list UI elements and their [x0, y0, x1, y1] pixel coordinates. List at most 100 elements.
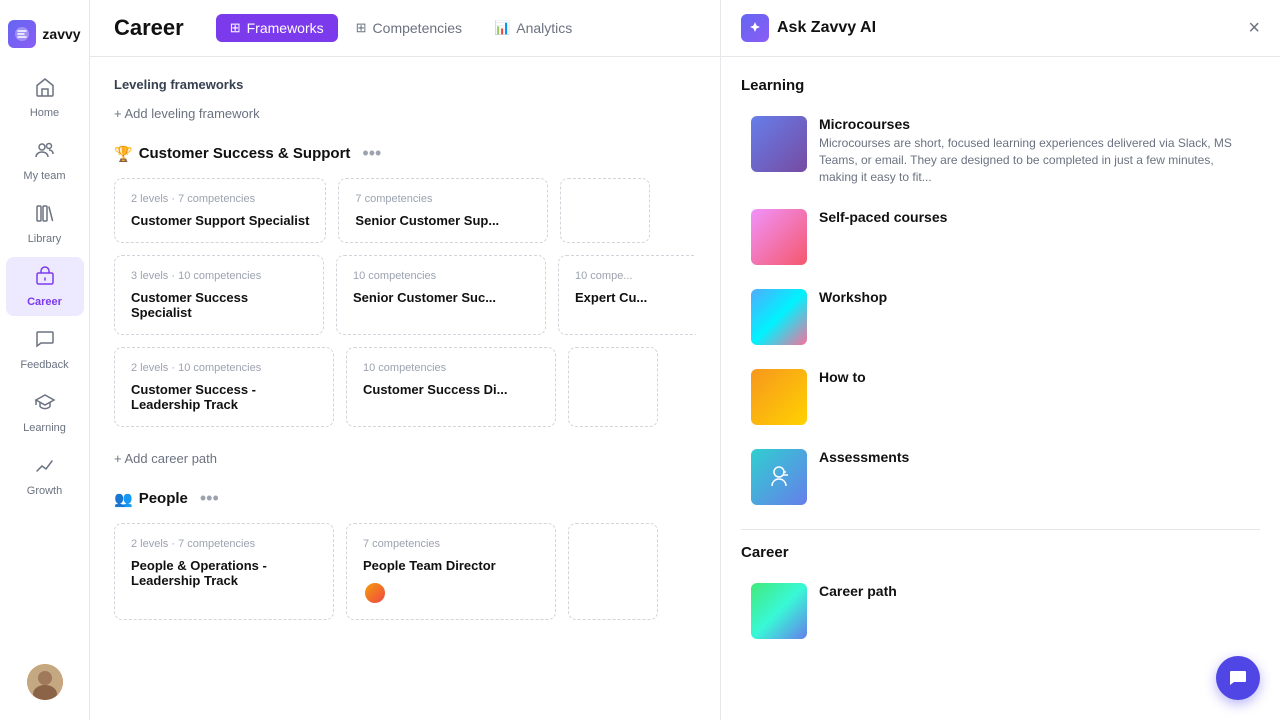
selfpaced-thumbnail	[751, 209, 807, 265]
ai-item-workshop[interactable]: Workshop	[741, 279, 1260, 355]
ai-item-self-paced[interactable]: Self-paced courses	[741, 199, 1260, 275]
career-card[interactable]: 7 competencies Senior Customer Sup...	[338, 178, 548, 243]
career-card[interactable]: 2 levels · 7 competencies Customer Suppo…	[114, 178, 326, 243]
sidebar-item-library[interactable]: Library	[6, 194, 84, 253]
tab-frameworks[interactable]: ⊞ Frameworks	[216, 14, 338, 42]
career-card-empty[interactable]	[560, 178, 650, 243]
career-group-title: 🏆 Customer Success & Support	[114, 145, 350, 163]
career-card[interactable]: 10 compe... Expert Cu...	[558, 255, 696, 335]
card-title: Customer Support Specialist	[131, 213, 309, 228]
sidebar-item-my-team-label: My team	[23, 170, 65, 182]
ai-icon	[741, 14, 769, 42]
career-group-header: 🏆 Customer Success & Support •••	[114, 141, 696, 166]
ai-item-microcourses[interactable]: Microcourses Microcourses are short, foc…	[741, 106, 1260, 195]
page-header: Career ⊞ Frameworks ⊞ Competencies 📊 Ana…	[90, 0, 720, 57]
sidebar-item-career[interactable]: Career	[6, 257, 84, 316]
ai-item-assessments[interactable]: Assessments	[741, 439, 1260, 515]
app-logo: zavvy	[0, 12, 89, 64]
card-meta: 10 compe...	[575, 270, 696, 282]
howto-thumbnail	[751, 369, 807, 425]
sidebar-item-learning[interactable]: Learning	[6, 383, 84, 442]
header-tabs: ⊞ Frameworks ⊞ Competencies 📊 Analytics	[216, 14, 587, 42]
career-cards-row-2: 3 levels · 10 competencies Customer Succ…	[114, 255, 696, 335]
sidebar-item-feedback[interactable]: Feedback	[6, 320, 84, 379]
card-meta: 10 competencies	[353, 270, 529, 282]
ai-item-body: Assessments	[819, 449, 1250, 468]
ai-panel-header: Ask Zavvy AI ×	[721, 0, 1280, 57]
group-more-button[interactable]: •••	[358, 141, 385, 166]
card-title: People Team Director	[363, 558, 539, 573]
library-icon	[34, 202, 56, 230]
sidebar-item-home-label: Home	[30, 107, 59, 119]
people-group-title: 👥 People	[114, 490, 188, 508]
career-card[interactable]: 2 levels · 7 competencies People & Opera…	[114, 523, 334, 620]
card-title: Senior Customer Sup...	[355, 213, 531, 228]
ai-item-body: Microcourses Microcourses are short, foc…	[819, 116, 1250, 185]
ai-item-career-path[interactable]: Career path	[741, 573, 1260, 649]
career-card[interactable]: 7 competencies People Team Director	[346, 523, 556, 620]
people-group-header: 👥 People •••	[114, 486, 696, 511]
career-group-people: 👥 People ••• 2 levels · 7 competencies P…	[114, 486, 696, 620]
people-group-more-button[interactable]: •••	[196, 486, 223, 511]
analytics-tab-label: Analytics	[516, 20, 572, 36]
tab-analytics[interactable]: 📊 Analytics	[480, 14, 586, 42]
career-card[interactable]: 10 competencies Senior Customer Suc...	[336, 255, 546, 335]
career-cards-row-3: 2 levels · 10 competencies Customer Succ…	[114, 347, 696, 427]
analytics-tab-icon: 📊	[494, 20, 510, 36]
growth-icon	[34, 454, 56, 482]
career-icon	[34, 265, 56, 293]
logo-icon	[8, 20, 36, 48]
ai-panel: Ask Zavvy AI × Learning Microcourses Mic…	[720, 0, 1280, 720]
competencies-tab-icon: ⊞	[356, 20, 367, 36]
sidebar-item-my-team[interactable]: My team	[6, 131, 84, 190]
chat-button[interactable]	[1216, 656, 1260, 700]
tab-competencies[interactable]: ⊞ Competencies	[342, 14, 476, 42]
ai-item-how-to[interactable]: How to	[741, 359, 1260, 435]
career-card[interactable]: 3 levels · 10 competencies Customer Succ…	[114, 255, 324, 335]
microcourses-thumbnail	[751, 116, 807, 172]
card-title: Customer Success Di...	[363, 382, 539, 397]
content-area: Leveling frameworks + Add leveling frame…	[90, 57, 720, 720]
card-meta: 2 levels · 7 competencies	[131, 193, 309, 205]
card-title: Customer Success Specialist	[131, 290, 307, 320]
add-leveling-framework-link[interactable]: + Add leveling framework	[114, 106, 696, 121]
sidebar-item-library-label: Library	[28, 233, 62, 245]
user-avatar[interactable]	[27, 664, 63, 700]
card-title: Senior Customer Suc...	[353, 290, 529, 305]
ai-item-body: How to	[819, 369, 1250, 388]
career-card-empty[interactable]	[568, 523, 658, 620]
career-card[interactable]: 10 competencies Customer Success Di...	[346, 347, 556, 427]
career-group-customer-success: 🏆 Customer Success & Support ••• 2 level…	[114, 141, 696, 427]
ai-career-section-title: Career	[741, 544, 1260, 561]
group-emoji: 🏆	[114, 145, 133, 163]
add-framework-label: + Add leveling framework	[114, 106, 260, 121]
ai-item-title: How to	[819, 369, 1250, 385]
avatar-image	[27, 664, 63, 700]
sidebar-item-growth[interactable]: Growth	[6, 446, 84, 505]
career-card-empty[interactable]	[568, 347, 658, 427]
card-title: Expert Cu...	[575, 290, 696, 305]
feedback-icon	[34, 328, 56, 356]
home-icon	[34, 76, 56, 104]
people-cards-row: 2 levels · 7 competencies People & Opera…	[114, 523, 696, 620]
ai-item-title: Assessments	[819, 449, 1250, 465]
assessments-thumbnail	[751, 449, 807, 505]
workshop-thumbnail	[751, 289, 807, 345]
sidebar-item-home[interactable]: Home	[6, 68, 84, 127]
sidebar-item-career-label: Career	[27, 296, 62, 308]
sidebar-item-learning-label: Learning	[23, 422, 66, 434]
page-title: Career	[114, 15, 184, 41]
ai-item-body: Career path	[819, 583, 1250, 602]
add-career-path-link[interactable]: + Add career path	[114, 451, 696, 466]
ai-item-title: Career path	[819, 583, 1250, 599]
ai-panel-close-button[interactable]: ×	[1248, 18, 1260, 38]
card-meta: 7 competencies	[355, 193, 531, 205]
my-team-icon	[34, 139, 56, 167]
career-card[interactable]: 2 levels · 10 competencies Customer Succ…	[114, 347, 334, 427]
sidebar-item-feedback-label: Feedback	[20, 359, 68, 371]
leveling-frameworks-header: Leveling frameworks	[114, 77, 696, 92]
ai-learning-section-title: Learning	[741, 77, 1260, 94]
ai-item-title: Microcourses	[819, 116, 1250, 132]
sidebar-item-growth-label: Growth	[27, 485, 62, 497]
main-content: Career ⊞ Frameworks ⊞ Competencies 📊 Ana…	[90, 0, 720, 720]
